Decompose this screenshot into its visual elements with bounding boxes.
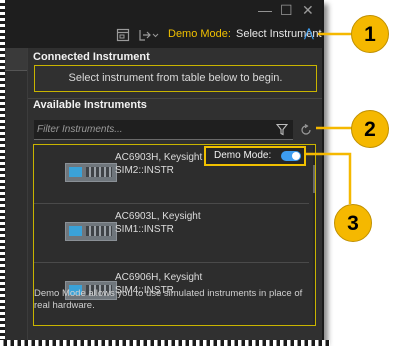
callout-3: 3	[334, 204, 372, 242]
chevron-up-icon[interactable]: ⋀	[304, 26, 314, 40]
filter-field[interactable]	[34, 120, 293, 140]
callout-2: 2	[351, 110, 389, 148]
instrument-model: AC6906H, Keysight	[115, 272, 203, 283]
filter-input[interactable]	[34, 120, 237, 138]
torn-edge-left	[0, 0, 5, 346]
instrument-address: SIM2::INSTR	[115, 165, 174, 176]
instrument-address: SIM1::INSTR	[115, 224, 174, 235]
demo-mode-popup: Demo Mode:	[204, 146, 306, 166]
instrument-row[interactable]: AC6903L, Keysight SIM1::INSTR	[34, 204, 309, 263]
torn-edge-bottom	[0, 340, 330, 346]
instrument-model: AC6903L, Keysight	[115, 211, 201, 222]
instrument-thumbnail	[65, 163, 117, 182]
refresh-icon[interactable]	[300, 124, 312, 136]
close-button[interactable]: ✕	[302, 2, 314, 18]
popup-demo-mode-label: Demo Mode:	[214, 150, 272, 161]
app-window: — ☐ ✕ Demo Mode: Select Instrument ⋀ Con…	[0, 0, 324, 342]
window-icon[interactable]	[116, 28, 130, 42]
connected-instrument-title: Connected Instrument	[33, 51, 150, 63]
filter-icon[interactable]	[276, 123, 288, 136]
connected-instrument-box: Select instrument from table below to be…	[34, 65, 317, 92]
callout-1: 1	[351, 15, 389, 53]
connect-icon[interactable]	[138, 28, 160, 42]
instrument-model: AC6903H, Keysight	[115, 152, 203, 163]
demo-mode-note: Demo Mode allows you to use simulated in…	[34, 288, 303, 311]
toolbar: Demo Mode: Select Instrument ⋀	[0, 22, 322, 48]
maximize-button[interactable]: ☐	[280, 2, 293, 18]
title-bar: — ☐ ✕	[0, 0, 322, 22]
demo-mode-toggle[interactable]	[281, 151, 301, 161]
instrument-thumbnail	[65, 222, 117, 241]
minimize-button[interactable]: —	[258, 2, 272, 18]
instrument-panel: Connected Instrument Select instrument f…	[27, 48, 322, 342]
demo-mode-label: Demo Mode:	[168, 28, 231, 40]
available-instruments-title: Available Instruments	[33, 99, 147, 111]
